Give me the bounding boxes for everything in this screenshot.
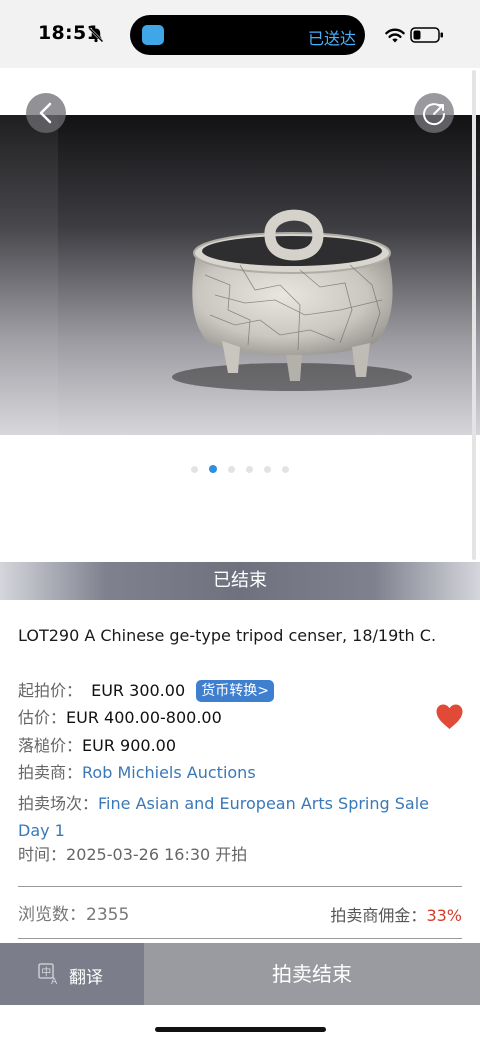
start-price-row: 起拍价： EUR 300.00 货币转换> <box>18 680 274 702</box>
auctioneer-link[interactable]: Rob Michiels Auctions <box>82 763 256 782</box>
svg-text:中: 中 <box>41 965 51 978</box>
views-value: 2355 <box>86 905 130 925</box>
svg-text:A: A <box>51 977 58 985</box>
currency-convert-button[interactable]: 货币转换> <box>196 680 274 702</box>
favorite-heart-icon[interactable] <box>435 703 464 730</box>
divider <box>18 886 462 887</box>
island-status-text: 已送达 <box>308 29 357 48</box>
estimate-label: 估价： <box>18 708 67 727</box>
battery-icon <box>410 27 443 43</box>
start-price-label: 起拍价： <box>18 681 83 700</box>
photo-edge-overlay <box>0 115 58 435</box>
auctioneer-label: 拍卖商： <box>18 763 83 782</box>
chevron-left-icon <box>39 102 52 124</box>
hammer-price-row: 落槌价：EUR 900.00 <box>18 736 176 756</box>
translate-label: 翻译 <box>69 968 103 988</box>
time-label: 时间： <box>18 845 67 864</box>
page-dot-active[interactable] <box>208 465 217 473</box>
session-label: 拍卖场次： <box>18 794 99 813</box>
page-dot[interactable] <box>227 466 235 473</box>
back-button[interactable] <box>26 93 66 133</box>
views-label: 浏览数： <box>18 905 86 925</box>
auction-status-banner: 已结束 <box>0 562 480 600</box>
bell-muted-icon <box>88 27 104 43</box>
start-price-value: EUR 300.00 <box>91 681 186 700</box>
page-dot[interactable] <box>190 466 198 473</box>
bottom-safe-area <box>0 1005 480 1043</box>
hammer-price-value: EUR 900.00 <box>82 736 177 755</box>
commission: 拍卖商佣金：33% <box>330 902 462 926</box>
tripod-censer-image <box>172 209 412 391</box>
scroll-indicator[interactable] <box>472 70 476 560</box>
commission-value: 33% <box>426 906 462 925</box>
time-value: 2025-03-26 16:30 开拍 <box>66 845 248 864</box>
translate-icon: 中 A <box>38 963 58 985</box>
lot-photo[interactable] <box>0 115 480 435</box>
session-row: 拍卖场次：Fine Asian and European Arts Spring… <box>18 790 458 844</box>
page-dot[interactable] <box>246 466 254 473</box>
time-row: 时间：2025-03-26 16:30 开拍 <box>18 845 247 865</box>
commission-label: 拍卖商佣金： <box>330 906 427 925</box>
estimate-row: 估价：EUR 400.00-800.00 <box>18 708 222 728</box>
page-dots[interactable] <box>0 458 480 473</box>
divider <box>18 938 462 939</box>
auctioneer-row: 拍卖商：Rob Michiels Auctions <box>18 763 256 783</box>
hammer-price-label: 落槌价： <box>18 736 83 755</box>
auction-ended-button[interactable]: 拍卖结束 <box>144 943 480 1005</box>
estimate-value: EUR 400.00-800.00 <box>66 708 222 727</box>
translate-button[interactable]: 中 A 翻译 <box>0 943 144 1005</box>
lot-title: LOT290 A Chinese ge-type tripod censer, … <box>18 626 437 645</box>
app-icon <box>142 25 164 45</box>
wifi-icon <box>385 28 405 43</box>
share-button[interactable] <box>414 93 454 133</box>
share-icon <box>423 103 446 126</box>
home-indicator[interactable] <box>155 1027 326 1032</box>
view-count: 浏览数：2355 <box>18 900 129 925</box>
